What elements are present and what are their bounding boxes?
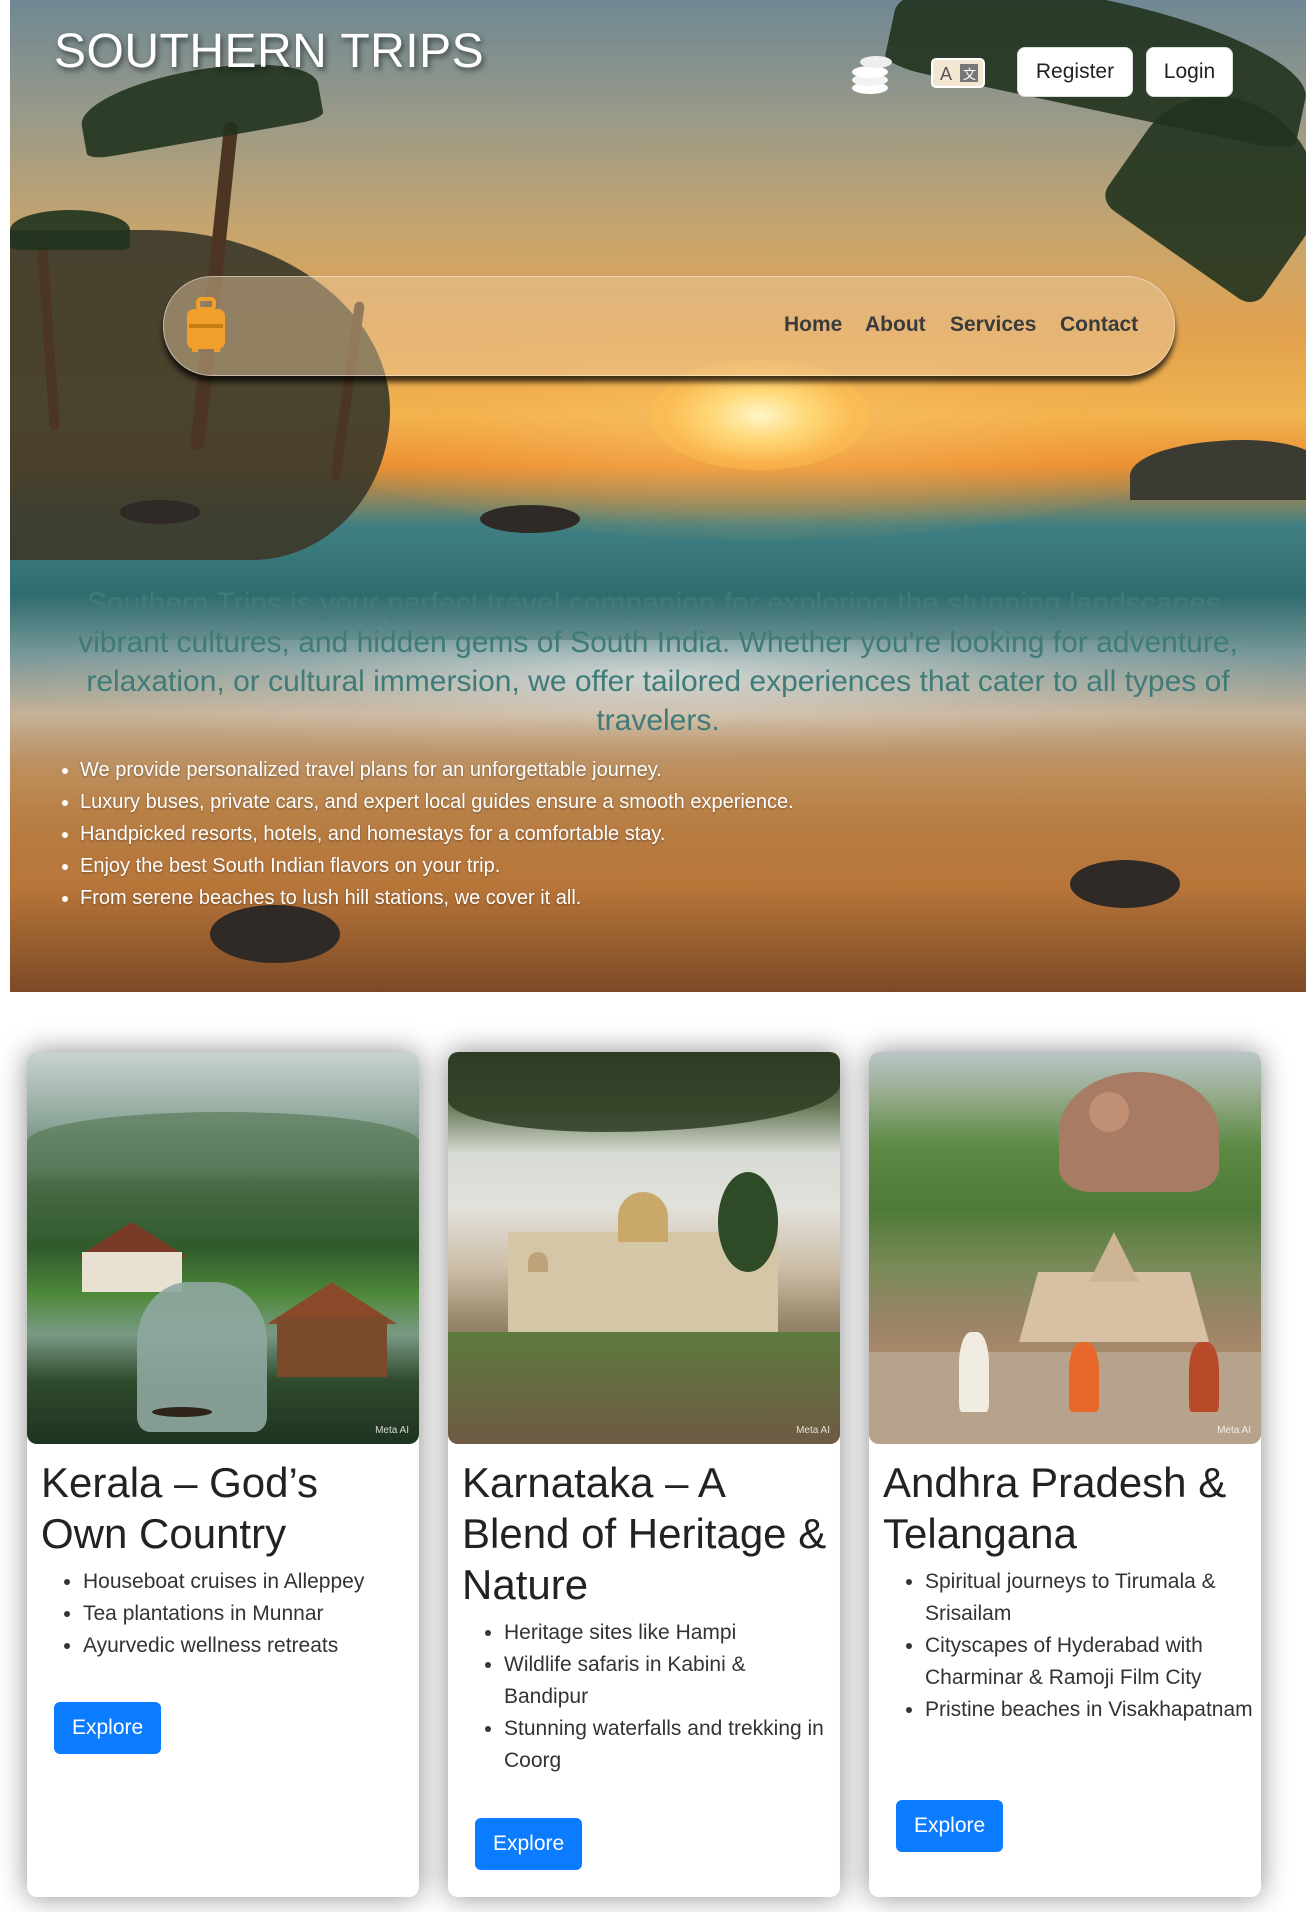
list-item: Pristine beaches in Visakhapatnam [925,1694,1255,1726]
card-feature-list: Houseboat cruises in Alleppey Tea planta… [41,1566,413,1662]
kerala-image: Meta AI [27,1052,419,1444]
rock [480,505,580,533]
destination-card-karnataka: Meta AI Karnataka – A Blend of Heritage … [448,1052,840,1897]
nav-services[interactable]: Services [950,313,1036,337]
svg-text:文: 文 [963,67,976,82]
watermark: Meta AI [796,1425,830,1436]
explore-button[interactable]: Explore [896,1800,1004,1852]
rock [120,500,200,524]
hero-section: SOUTHERN TRIPS A 文 Register Login Home A… [10,0,1306,992]
navbar: Home About Services Contact [163,276,1175,376]
explore-button[interactable]: Explore [475,1818,583,1870]
list-item: Cityscapes of Hyderabad with Charminar &… [925,1630,1255,1694]
list-item: Houseboat cruises in Alleppey [83,1566,413,1598]
list-item: Heritage sites like Hampi [504,1617,834,1649]
list-item: Handpicked resorts, hotels, and homestay… [80,818,794,850]
hero-feature-list: We provide personalized travel plans for… [50,754,794,914]
rock [1070,860,1180,908]
karnataka-image: Meta AI [448,1052,840,1444]
list-item: Tea plantations in Munnar [83,1598,413,1630]
watermark: Meta AI [375,1425,409,1436]
list-item: Luxury buses, private cars, and expert l… [80,786,794,818]
palm-fronds [10,210,130,250]
hero-intro-text: Southern Trips is your perfect travel co… [78,587,1238,737]
luggage-icon[interactable] [184,297,228,353]
list-item: Spiritual journeys to Tirumala & Srisail… [925,1566,1255,1630]
card-title: Kerala – God’s Own Country [41,1459,319,1557]
card-title: Andhra Pradesh & Telangana [883,1459,1227,1557]
list-item: Stunning waterfalls and trekking in Coor… [504,1713,834,1777]
translate-icon[interactable]: A 文 [930,56,986,90]
list-item: From serene beaches to lush hill station… [80,882,794,914]
explore-button[interactable]: Explore [54,1702,162,1754]
list-item: Ayurvedic wellness retreats [83,1630,413,1662]
destination-card-kerala: Meta AI Kerala – God’s Own Country House… [27,1052,419,1897]
brand-title: SOUTHERN TRIPS [54,25,485,78]
register-button[interactable]: Register [1017,47,1133,97]
destination-card-andhra-telangana: Meta AI Andhra Pradesh & Telangana Spiri… [869,1052,1261,1897]
card-feature-list: Spiritual journeys to Tirumala & Srisail… [883,1566,1255,1726]
login-button[interactable]: Login [1146,47,1233,97]
andhra-telangana-image: Meta AI [869,1052,1261,1444]
card-title: Karnataka – A Blend of Heritage & Nature [462,1459,827,1608]
svg-text:A: A [940,64,952,84]
coins-icon[interactable] [848,50,896,98]
watermark: Meta AI [1217,1425,1251,1436]
nav-about[interactable]: About [865,313,926,337]
list-item: Wildlife safaris in Kabini & Bandipur [504,1649,834,1713]
nav-home[interactable]: Home [784,313,842,337]
nav-contact[interactable]: Contact [1060,313,1138,337]
list-item: Enjoy the best South Indian flavors on y… [80,850,794,882]
list-item: We provide personalized travel plans for… [80,754,794,786]
card-feature-list: Heritage sites like Hampi Wildlife safar… [462,1617,834,1777]
sun [650,360,870,470]
